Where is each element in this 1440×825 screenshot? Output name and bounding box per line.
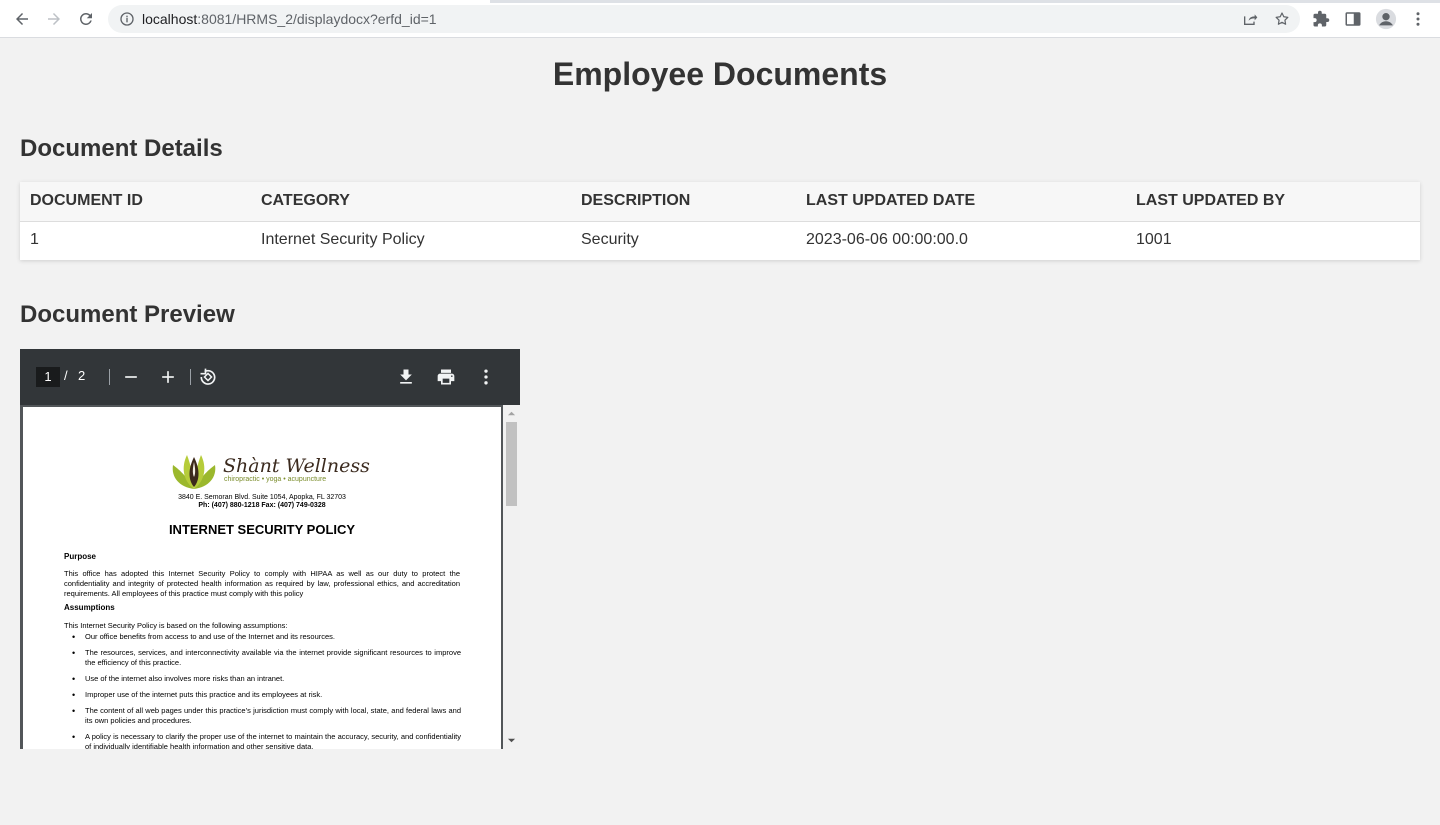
lotus-logo-icon (172, 455, 216, 489)
document-details-table: DOCUMENT ID CATEGORY DESCRIPTION LAST UP… (20, 182, 1420, 260)
bookmark-star-icon[interactable] (1274, 11, 1290, 27)
document-preview-heading: Document Preview (20, 301, 235, 328)
list-item: Improper use of the internet puts this p… (72, 690, 461, 700)
list-item: A policy is necessary to clarify the pro… (72, 732, 461, 749)
toolbar-divider (109, 369, 110, 385)
table-row: 1 Internet Security Policy Security 2023… (20, 221, 1420, 259)
assumptions-heading: Assumptions (64, 603, 115, 612)
forward-arrow-icon (48, 13, 60, 25)
column-header-document-id: DOCUMENT ID (20, 182, 251, 222)
purpose-heading: Purpose (64, 552, 97, 561)
zoom-out-icon[interactable] (121, 367, 141, 387)
pdf-content-area[interactable]: Shànt Wellness chiropractic • yoga • acu… (20, 405, 520, 749)
pdf-toolbar: 1 / 2 (20, 349, 520, 405)
table-header-row: DOCUMENT ID CATEGORY DESCRIPTION LAST UP… (20, 182, 1420, 222)
pdf-page: Shànt Wellness chiropractic • yoga • acu… (23, 407, 501, 749)
scrollbar-thumb[interactable] (506, 422, 517, 506)
reload-icon (79, 12, 92, 25)
profile-avatar-icon[interactable] (1375, 8, 1397, 30)
share-icon[interactable] (1242, 11, 1258, 27)
page-title: Employee Documents (552, 56, 888, 92)
column-header-category: CATEGORY (251, 182, 571, 222)
download-icon[interactable] (396, 367, 416, 387)
assumptions-intro: This Internet Security Policy is based o… (64, 621, 288, 630)
browser-toolbar: localhost:8081/HRMS_2/displaydocx?erfd_i… (0, 0, 1440, 38)
forward-button[interactable] (40, 5, 68, 33)
print-icon[interactable] (436, 367, 456, 387)
document-details-heading: Document Details (20, 135, 223, 162)
document-brand: Shànt Wellness (223, 455, 370, 477)
cell-category: Internet Security Policy (251, 221, 571, 259)
document-title: INTERNET SECURITY POLICY (168, 522, 356, 537)
scroll-down-arrow-icon[interactable] (507, 736, 516, 745)
back-button[interactable] (8, 5, 36, 33)
zoom-in-icon[interactable] (158, 367, 178, 387)
scroll-up-arrow-icon[interactable] (507, 409, 516, 418)
rotate-icon[interactable] (198, 367, 218, 387)
document-address: 3840 E. Semoran Blvd. Suite 1054, Apopka… (178, 494, 346, 501)
list-item: The resources, services, and interconnec… (72, 648, 461, 668)
url-text[interactable]: localhost:8081/HRMS_2/displaydocx?erfd_i… (142, 11, 437, 27)
column-header-last-updated-date: LAST UPDATED DATE (796, 182, 1126, 222)
column-header-last-updated-by: LAST UPDATED BY (1126, 182, 1420, 222)
column-header-description: DESCRIPTION (571, 182, 796, 222)
cell-last-updated-date: 2023-06-06 00:00:00.0 (796, 221, 1126, 259)
page-number-input[interactable]: 1 (36, 367, 60, 387)
tab-strip-edge (0, 0, 1440, 3)
cell-last-updated-by: 1001 (1126, 221, 1420, 259)
pdf-scrollbar[interactable] (503, 405, 520, 749)
reload-button[interactable] (72, 5, 100, 33)
list-item: Our office benefits from access to and u… (72, 632, 461, 642)
extensions-icon[interactable] (1312, 10, 1330, 28)
browser-menu-icon[interactable] (1409, 10, 1427, 28)
toolbar-divider (190, 369, 191, 385)
document-phone: Ph: (407) 880-1218 Fax: (407) 749-0328 (198, 502, 326, 509)
page-separator: / (64, 368, 68, 383)
pdf-viewer: 1 / 2 Shànt Wellness chiropractic • yoga… (20, 349, 520, 749)
more-options-icon[interactable] (476, 367, 496, 387)
list-item: The content of all web pages under this … (72, 706, 461, 726)
list-item: Use of the internet also involves more r… (72, 674, 461, 684)
cell-document-id: 1 (20, 221, 251, 259)
side-panel-icon[interactable] (1344, 10, 1362, 28)
document-tagline: chiropractic • yoga • acupuncture (224, 476, 327, 483)
address-bar[interactable]: localhost:8081/HRMS_2/displaydocx?erfd_i… (108, 5, 1300, 33)
site-info-icon[interactable] (119, 11, 135, 27)
purpose-text: This office has adopted this Internet Se… (64, 569, 460, 598)
assumptions-list: Our office benefits from access to and u… (72, 632, 461, 749)
cell-description: Security (571, 221, 796, 259)
back-arrow-icon (16, 13, 28, 25)
page-total: 2 (78, 368, 86, 383)
